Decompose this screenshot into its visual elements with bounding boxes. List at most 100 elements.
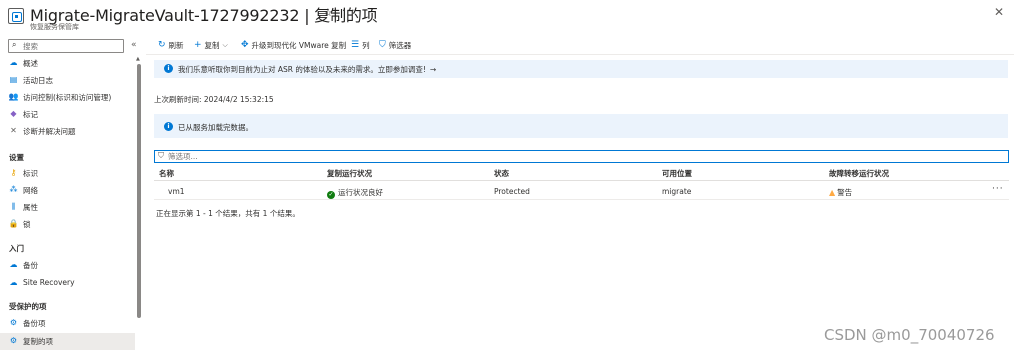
filter-button[interactable]: ⛉ 筛选器 — [379, 38, 411, 52]
properties-icon: ⫼ — [11, 201, 16, 211]
cell-status: Protected — [494, 187, 530, 196]
refresh-icon: ↻ — [158, 40, 166, 50]
section-protected-items: 受保护的项 — [9, 302, 47, 311]
replicated-items-icon: ⚙ — [9, 336, 18, 345]
scroll-up-arrow-icon[interactable]: ▲ — [136, 56, 140, 62]
sidebar-item-label: 访问控制(标识和访问管理) — [23, 93, 112, 102]
filter-items-box[interactable]: ⛉ — [154, 150, 1009, 163]
data-loaded-text: 已从服务加载完数据。 — [178, 123, 253, 132]
sidebar-item-backup-items[interactable]: ⚙ 备份项 — [0, 315, 135, 332]
info-icon: i — [164, 122, 173, 131]
replication-health-text: 运行状况良好 — [338, 188, 383, 197]
upgrade-label: 升级到现代化 VMware 复制 — [251, 40, 347, 50]
filter-icon: ⛉ — [158, 151, 164, 160]
failover-health-text: 警告 — [837, 188, 853, 197]
lock-icon: 🔒 — [8, 219, 19, 228]
sidebar-item-tags[interactable]: ◆ 标记 — [0, 106, 135, 123]
sidebar-item-label: 活动日志 — [23, 76, 53, 85]
chevron-down-icon: ⌵ — [222, 40, 228, 49]
column-header-location[interactable]: 可用位置 — [662, 168, 692, 179]
sidebar-item-properties[interactable]: ⫼ 属性 — [0, 199, 135, 216]
filter-label: 筛选器 — [388, 40, 412, 50]
sidebar-item-activity-log[interactable]: ▤ 活动日志 — [0, 72, 135, 89]
overview-icon: ☁ — [9, 58, 18, 67]
sidebar-search[interactable]: ⌕ — [8, 39, 124, 53]
scrollbar-thumb[interactable] — [137, 64, 141, 318]
columns-icon: ☰ — [351, 40, 360, 50]
cell-failover-health: ▲ 警告 — [829, 187, 852, 198]
close-icon[interactable]: ✕ — [994, 5, 1004, 19]
sidebar-item-overview[interactable]: ☁ 概述 — [0, 55, 135, 72]
survey-banner[interactable]: i 我们乐意听取你到目前为止对 ASR 的体验以及未来的需求。立即参加调查! → — [154, 60, 1008, 78]
tag-icon: ◆ — [10, 109, 17, 118]
sidebar-item-replicated-items[interactable]: ⚙ 复制的项 — [0, 333, 135, 350]
section-getting-started: 入门 — [9, 244, 24, 253]
upgrade-icon: ✥ — [241, 40, 249, 50]
sidebar-item-identity[interactable]: ⚷ 标识 — [0, 165, 135, 182]
network-icon: ⁂ — [9, 185, 18, 194]
sidebar-item-label: 网络 — [23, 186, 38, 195]
collapse-sidebar-icon[interactable]: « — [131, 40, 137, 50]
section-settings: 设置 — [9, 153, 24, 162]
sidebar-item-locks[interactable]: 🔒 锁 — [0, 216, 135, 233]
sidebar-item-label: 锁 — [23, 220, 31, 229]
column-header-replication-health[interactable]: 复制运行状况 — [327, 168, 372, 179]
upgrade-vmware-button[interactable]: ✥ 升级到现代化 VMware 复制 — [241, 38, 346, 52]
sidebar-item-diagnose[interactable]: ✕ 诊断并解决问题 — [0, 123, 135, 140]
recovery-vault-icon — [8, 8, 24, 24]
filter-items-input[interactable] — [168, 152, 998, 161]
table-row[interactable]: vm1 ✓ 运行状况良好 Protected migrate ▲ 警告 ··· — [154, 182, 1009, 200]
page-subtitle: 恢复服务保管库 — [30, 23, 79, 31]
plus-icon: + — [194, 40, 202, 50]
cell-name[interactable]: vm1 — [168, 187, 185, 196]
more-options-icon[interactable]: ··· — [342, 4, 356, 17]
sidebar-item-backup[interactable]: ☁ 备份 — [0, 257, 135, 274]
sidebar-item-label: 备份项 — [23, 319, 46, 328]
sidebar: ⌕ « ▲ ☁ 概述 ▤ 活动日志 👥 访问控制(标识和访问管理) ◆ 标记 ✕… — [0, 36, 145, 354]
toolbar-divider — [146, 54, 1014, 55]
favorite-star-icon[interactable]: ☆ — [323, 6, 333, 19]
sidebar-item-label: 标识 — [23, 169, 38, 178]
backup-icon: ☁ — [9, 260, 18, 269]
data-loaded-banner: i 已从服务加载完数据。 — [154, 114, 1008, 138]
watermark: CSDN @m0_70040726 — [824, 326, 995, 344]
cell-location: migrate — [662, 187, 692, 196]
result-summary: 正在显示第 1 - 1 个结果，共有 1 个结果。 — [156, 209, 300, 218]
filter-icon: ⛉ — [379, 40, 386, 50]
sidebar-item-iam[interactable]: 👥 访问控制(标识和访问管理) — [0, 89, 135, 106]
warning-icon: ▲ — [829, 188, 836, 197]
columns-label: 列 — [362, 40, 370, 50]
healthy-check-icon: ✓ — [327, 191, 335, 199]
sidebar-search-input[interactable] — [23, 41, 121, 51]
sidebar-item-label: 备份 — [23, 261, 38, 270]
diagnose-icon: ✕ — [10, 126, 17, 135]
backup-items-icon: ⚙ — [9, 318, 18, 327]
refresh-button[interactable]: ↻ 刷新 — [158, 38, 184, 52]
sidebar-scrollbar[interactable]: ▲ — [135, 54, 143, 354]
info-icon: i — [164, 64, 173, 73]
column-header-failover-health[interactable]: 故障转移运行状况 — [829, 168, 889, 179]
column-header-name[interactable]: 名称 — [159, 168, 174, 179]
sidebar-item-label: 标记 — [23, 110, 38, 119]
sidebar-item-label: 概述 — [23, 59, 38, 68]
sidebar-item-label: 复制的项 — [23, 337, 53, 346]
replicate-label: 复制 — [204, 40, 220, 50]
sidebar-item-network[interactable]: ⁂ 网络 — [0, 182, 135, 199]
activity-log-icon: ▤ — [9, 75, 18, 84]
arrow-right-icon: → — [429, 65, 437, 74]
identity-icon: ⚷ — [10, 168, 17, 177]
replicate-button[interactable]: + 复制 ⌵ — [194, 38, 228, 52]
page-header: Migrate-MigrateVault-1727992232 | 复制的项 恢… — [0, 0, 1014, 34]
refresh-label: 刷新 — [168, 40, 184, 50]
sidebar-item-label: Site Recovery — [23, 278, 75, 287]
iam-icon: 👥 — [8, 92, 19, 101]
column-header-status[interactable]: 状态 — [494, 168, 509, 179]
search-icon: ⌕ — [12, 40, 17, 49]
last-refresh-time: 上次刷新时间: 2024/4/2 15:32:15 — [154, 95, 274, 104]
columns-button[interactable]: ☰ 列 — [351, 38, 370, 52]
cell-replication-health: ✓ 运行状况良好 — [327, 187, 383, 199]
survey-text: 我们乐意听取你到目前为止对 ASR 的体验以及未来的需求。立即参加调查! — [178, 65, 426, 74]
survey-banner-text: 我们乐意听取你到目前为止对 ASR 的体验以及未来的需求。立即参加调查! → — [178, 64, 436, 75]
sidebar-item-site-recovery[interactable]: ☁ Site Recovery — [0, 275, 135, 292]
row-more-options-icon[interactable]: ··· — [992, 184, 1004, 194]
